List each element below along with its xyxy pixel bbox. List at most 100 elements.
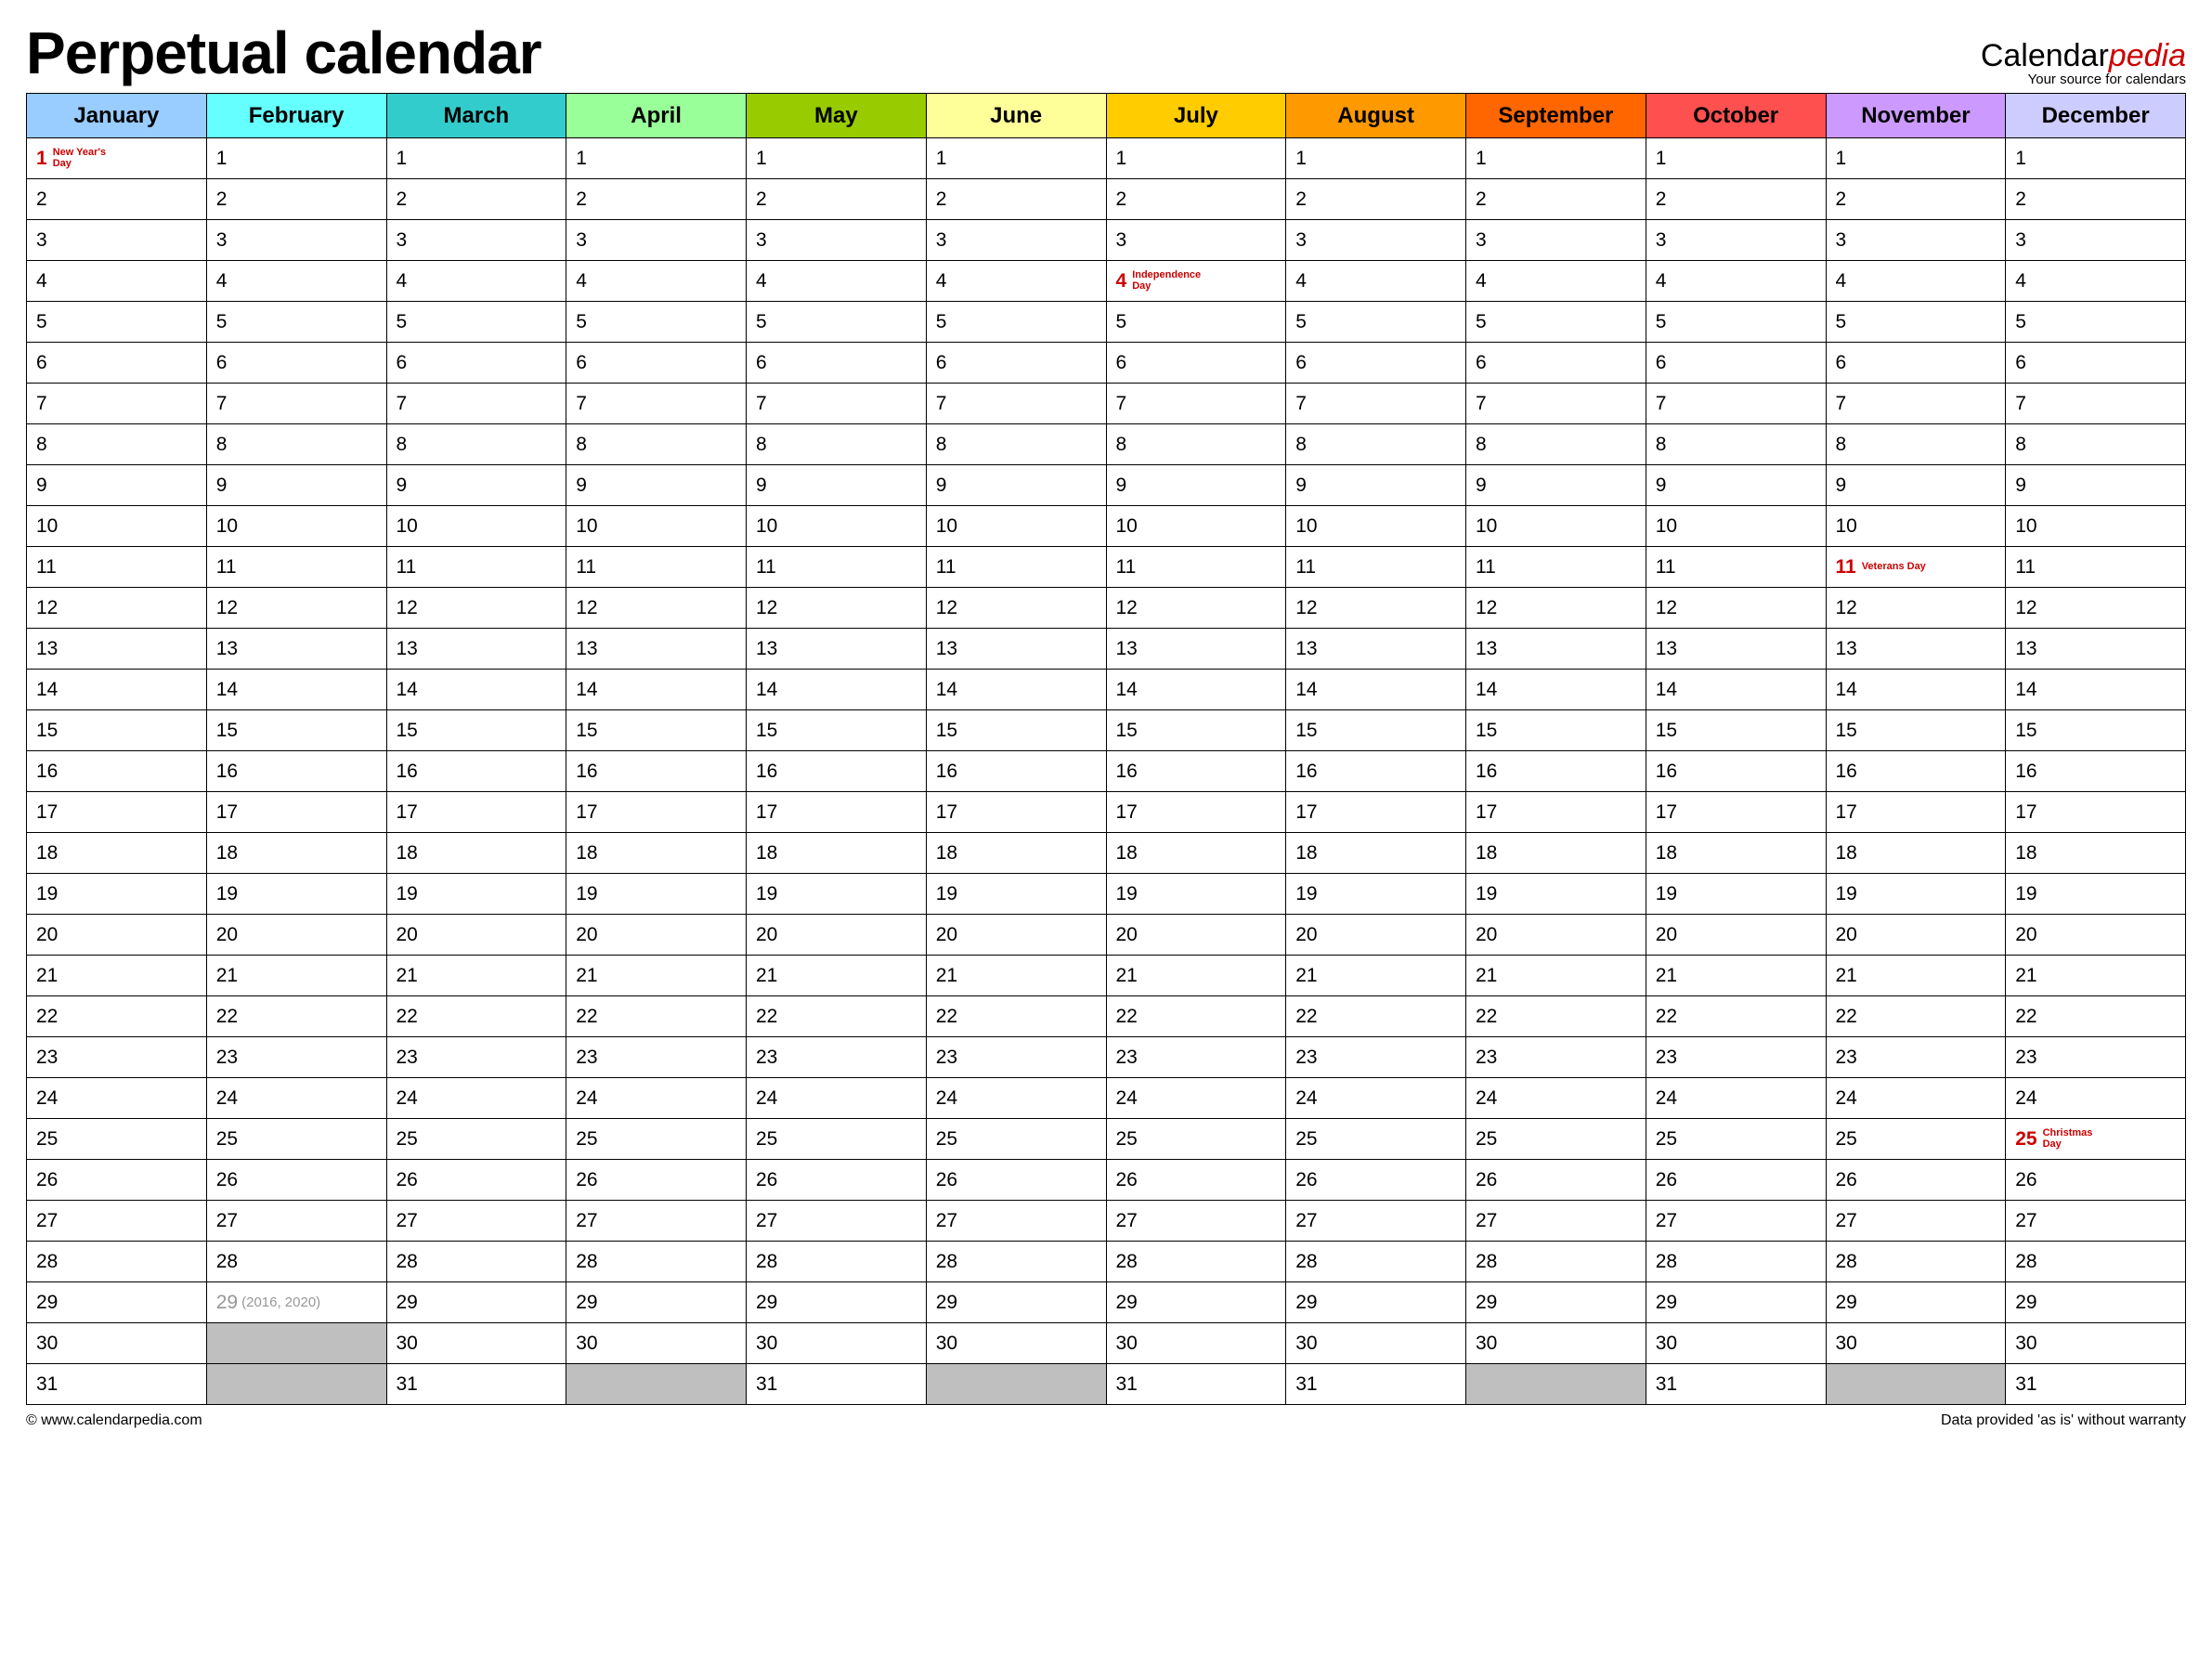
month-header: May [747, 94, 927, 138]
day-cell: 20 [566, 915, 747, 956]
day-row: 252525252525252525252525Christmas Day [27, 1119, 2186, 1160]
day-cell: 24 [2006, 1078, 2186, 1119]
day-row: 171717171717171717171717 [27, 792, 2186, 833]
day-cell: 25 [1106, 1119, 1286, 1160]
day-cell: 9 [27, 465, 207, 506]
day-cell: 3 [386, 220, 566, 261]
day-cell: 7 [747, 384, 927, 424]
day-cell: 20 [386, 915, 566, 956]
no-day-cell [926, 1364, 1106, 1405]
month-header: December [2006, 94, 2186, 138]
day-row: 1New Year's Day11111111111 [27, 138, 2186, 179]
day-cell: 14 [2006, 670, 2186, 710]
day-cell: 10 [1106, 506, 1286, 547]
day-cell: 31 [747, 1364, 927, 1405]
day-cell: 13 [926, 629, 1106, 670]
day-cell: 31 [2006, 1364, 2186, 1405]
day-cell: 8 [747, 424, 927, 465]
holiday-label: Independence Day [1132, 270, 1197, 292]
day-cell: 28 [1286, 1242, 1466, 1282]
day-cell: 24 [747, 1078, 927, 1119]
day-cell: 9 [206, 465, 386, 506]
day-cell: 19 [2006, 874, 2186, 915]
holiday-cell: 4Independence Day [1106, 261, 1286, 302]
day-row: 191919191919191919191919 [27, 874, 2186, 915]
day-row: 101010101010101010101010 [27, 506, 2186, 547]
day-row: 777777777777 [27, 384, 2186, 424]
day-cell: 14 [386, 670, 566, 710]
day-cell: 6 [2006, 343, 2186, 384]
day-cell: 13 [566, 629, 747, 670]
day-row: 555555555555 [27, 302, 2186, 343]
day-cell: 3 [1466, 220, 1646, 261]
day-cell: 28 [1466, 1242, 1646, 1282]
day-cell: 9 [747, 465, 927, 506]
day-cell: 4 [386, 261, 566, 302]
day-cell: 4 [206, 261, 386, 302]
day-cell: 26 [926, 1160, 1106, 1201]
day-cell: 28 [747, 1242, 927, 1282]
day-cell: 10 [206, 506, 386, 547]
day-cell: 11 [566, 547, 747, 588]
day-cell: 12 [747, 588, 927, 629]
day-cell: 13 [2006, 629, 2186, 670]
day-cell: 8 [206, 424, 386, 465]
day-cell: 26 [1826, 1160, 2006, 1201]
day-cell: 4 [1646, 261, 1826, 302]
day-cell: 29 [1106, 1282, 1286, 1323]
day-cell: 5 [27, 302, 207, 343]
day-cell: 13 [747, 629, 927, 670]
day-row: 999999999999 [27, 465, 2186, 506]
day-cell: 3 [926, 220, 1106, 261]
day-cell: 14 [1286, 670, 1466, 710]
day-cell: 2 [1826, 179, 2006, 220]
month-header: February [206, 94, 386, 138]
day-cell: 11 [1646, 547, 1826, 588]
day-cell: 30 [1286, 1323, 1466, 1364]
day-cell: 16 [1646, 751, 1826, 792]
day-cell: 29 [566, 1282, 747, 1323]
day-cell: 29 [1286, 1282, 1466, 1323]
day-cell: 12 [386, 588, 566, 629]
day-cell: 17 [566, 792, 747, 833]
day-cell: 27 [386, 1201, 566, 1242]
day-cell: 2 [206, 179, 386, 220]
day-cell: 17 [747, 792, 927, 833]
day-cell: 5 [386, 302, 566, 343]
day-cell: 10 [566, 506, 747, 547]
day-cell: 18 [1466, 833, 1646, 874]
day-cell: 31 [1286, 1364, 1466, 1405]
day-cell: 8 [386, 424, 566, 465]
day-cell: 9 [566, 465, 747, 506]
day-cell: 10 [2006, 506, 2186, 547]
day-cell: 25 [1646, 1119, 1826, 1160]
day-cell: 21 [566, 956, 747, 996]
day-cell: 25 [1826, 1119, 2006, 1160]
day-cell: 11 [1286, 547, 1466, 588]
day-cell: 24 [566, 1078, 747, 1119]
day-cell: 23 [1286, 1037, 1466, 1078]
day-cell: 1 [926, 138, 1106, 179]
day-cell: 12 [1106, 588, 1286, 629]
day-cell: 21 [1466, 956, 1646, 996]
day-cell: 13 [386, 629, 566, 670]
day-cell: 20 [926, 915, 1106, 956]
day-cell: 12 [1826, 588, 2006, 629]
day-cell: 28 [206, 1242, 386, 1282]
day-cell: 30 [386, 1323, 566, 1364]
day-cell: 6 [1646, 343, 1826, 384]
day-cell: 27 [1106, 1201, 1286, 1242]
day-cell: 18 [206, 833, 386, 874]
day-cell: 14 [1646, 670, 1826, 710]
day-cell: 9 [1466, 465, 1646, 506]
holiday-label: New Year's Day [53, 148, 118, 169]
day-cell: 5 [926, 302, 1106, 343]
day-cell: 18 [2006, 833, 2186, 874]
day-cell: 15 [1466, 710, 1646, 751]
day-row: 333333333333 [27, 220, 2186, 261]
month-header: September [1466, 94, 1646, 138]
day-row: 272727272727272727272727 [27, 1201, 2186, 1242]
day-cell: 12 [566, 588, 747, 629]
day-cell: 22 [1286, 996, 1466, 1037]
day-cell: 15 [1106, 710, 1286, 751]
